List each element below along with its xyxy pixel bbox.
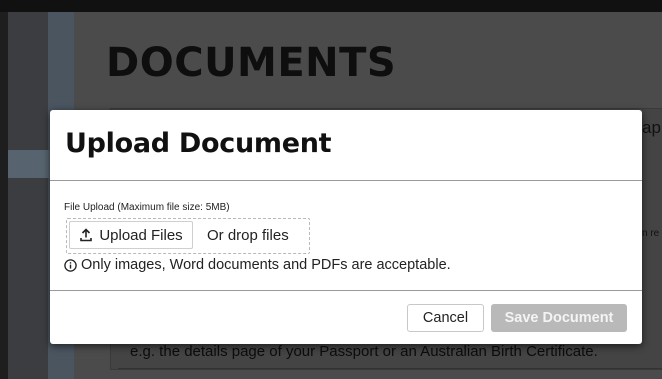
left-column [8,12,48,379]
hint-text: Only images, Word documents and PDFs are… [81,257,451,273]
obscured-text-small: n re [642,228,660,239]
page-title: DOCUMENTS [106,40,397,86]
cancel-button[interactable]: Cancel [407,304,484,332]
obscured-text: ap [642,118,661,137]
header-divider [50,180,642,181]
drop-files-text: Or drop files [207,227,289,244]
upload-document-modal: Upload Document File Upload (Maximum fil… [50,110,642,344]
file-upload-label: File Upload (Maximum file size: 5MB) [64,202,230,213]
upload-icon [79,228,93,242]
divider [118,368,662,369]
top-bar [0,0,662,12]
document-example-caption: e.g. the details page of your Passport o… [130,343,598,360]
upload-files-label: Upload Files [99,226,183,244]
save-document-button[interactable]: Save Document [491,304,627,332]
footer-divider [50,290,642,291]
modal-title: Upload Document [65,128,332,159]
info-circle-icon [64,258,77,272]
file-dropzone[interactable]: Upload Files Or drop files [66,218,310,254]
accepted-types-hint: Only images, Word documents and PDFs are… [64,257,451,273]
upload-files-button[interactable]: Upload Files [69,221,193,249]
